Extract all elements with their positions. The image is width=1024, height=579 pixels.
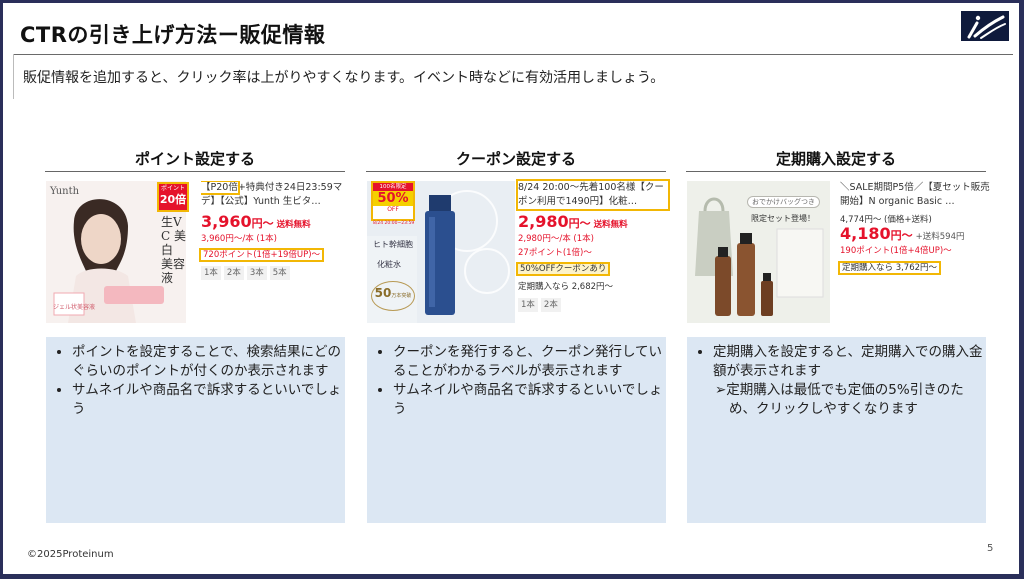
logo-icon xyxy=(967,15,1006,39)
product-title[interactable]: ＼SALE期間P5倍／【夏セット販売開始】N organic Basic … xyxy=(840,181,990,209)
product-price: 4,180円～ +送料594円 xyxy=(840,224,965,243)
points-label: 27ポイント(1倍)～ xyxy=(518,248,592,258)
product-title[interactable]: 【P20倍+特典付き24日23:59マデ】【公式】Yunth 生ビタ… xyxy=(201,181,349,209)
bullet-item: クーポンを発行すると、クーポン発行していることがわかるラベルが表示されます xyxy=(393,343,666,381)
slide: CTRの引き上げ方法ー販促情報 販促情報を追加すると、クリック率は上がりやすくな… xyxy=(3,3,1019,574)
column-heading-coupon: クーポン設定する xyxy=(455,150,576,168)
subscription-price: 定期購入なら 2,682円～ xyxy=(518,282,614,292)
subscription-price: 定期購入なら 3,762円～ xyxy=(837,261,942,275)
variant-tag[interactable]: 2本 xyxy=(540,298,561,312)
product-price: 3,960円～ 送料無料 xyxy=(201,212,311,231)
variant-tags: 1本 2本 3本 5本 xyxy=(201,266,349,280)
unit-price: 2,980円～/本 (1本) xyxy=(518,234,594,244)
page-number: 5 xyxy=(987,543,994,554)
image-brand-label: Yunth xyxy=(50,186,80,197)
image-text-stem: ヒト幹細胞 xyxy=(373,240,413,249)
unit-price: 3,960円～/本 (1本) xyxy=(201,234,277,244)
title-divider xyxy=(13,54,1013,55)
image-small-note: ジェル状美容液 xyxy=(53,304,96,311)
image-text-lotion: 化粧水 xyxy=(377,260,401,269)
explanation-panel-subscription: 定期購入を設定すると、定期購入での購入金額が表示されます ➢定期購入は最低でも定… xyxy=(687,337,986,523)
brand-logo xyxy=(961,11,1009,41)
column-divider xyxy=(366,171,666,172)
bag-label: おでかけバッグつき xyxy=(747,196,820,208)
points-badge: ポイント 20倍 xyxy=(157,182,189,212)
sales-seal: 50万本突破 xyxy=(371,281,415,311)
product-info-yunth: 【P20倍+特典付き24日23:59マデ】【公式】Yunth 生ビタ… 3,96… xyxy=(198,181,349,280)
set-label: 限定セット登場！ xyxy=(751,214,815,223)
bullet-item: ポイントを設定することで、検索結果にどのぐらいのポイントが付くのか表示されます xyxy=(72,343,345,381)
coupon-badge-date: 8/24 20:00~23:59 xyxy=(373,221,415,226)
slide-title: CTRの引き上げ方法ー販促情報 xyxy=(20,23,326,47)
column-heading-points: ポイント設定する xyxy=(134,150,255,168)
column-divider xyxy=(45,171,345,172)
points-label: 720ポイント(1倍+19倍UP)～ xyxy=(198,248,325,262)
product-title[interactable]: 8/24 20:00～先着100名様【クーポン利用で1490円】化粧… xyxy=(516,179,670,211)
sub-bullet-item: ➢定期購入は最低でも定価の5%引きのため、クリックしやすくなります xyxy=(715,382,964,417)
explanation-panel-points: ポイントを設定することで、検索結果にどのぐらいのポイントが付くのか表示されます … xyxy=(46,337,345,523)
column-divider xyxy=(686,171,986,172)
coupon-label: 50%OFFクーポンあり xyxy=(515,262,611,276)
variant-tag[interactable]: 3本 xyxy=(246,266,267,280)
points-label: 190ポイント(1倍+4倍UP)～ xyxy=(840,246,952,256)
bullet-item: サムネイルや商品名で訴求するといいでしょう xyxy=(393,381,666,419)
slide-subtitle: 販促情報を追加すると、クリック率は上がりやすくなります。イベント時などに有効活用… xyxy=(23,70,665,86)
product-info-norganic: ＼SALE期間P5倍／【夏セット販売開始】N organic Basic … 4… xyxy=(837,181,990,275)
variant-tag[interactable]: 2本 xyxy=(223,266,244,280)
variant-tag[interactable]: 5本 xyxy=(269,266,290,280)
product-info-lotion: 8/24 20:00～先着100名様【クーポン利用で1490円】化粧… 2,98… xyxy=(515,179,670,312)
product-price: 2,980円～ 送料無料 xyxy=(518,212,628,231)
subtitle-vertical-rule xyxy=(13,54,14,99)
variant-tags: 1本 2本 xyxy=(518,298,668,312)
explanation-panel-coupon: クーポンを発行すると、クーポン発行していることがわかるラベルが表示されます サム… xyxy=(367,337,666,523)
bullet-item: サムネイルや商品名で訴求するといいでしょう xyxy=(72,381,345,419)
coupon-badge: 100名限定 50% OFF xyxy=(371,181,415,221)
column-heading-subscription: 定期購入設定する xyxy=(775,150,896,168)
variant-tag[interactable]: 1本 xyxy=(518,298,538,312)
bullet-item: 定期購入を設定すると、定期購入での購入金額が表示されます xyxy=(713,343,986,381)
variant-tag[interactable]: 1本 xyxy=(201,266,221,280)
copyright: ©2025Proteinum xyxy=(27,549,114,560)
image-vertical-text: 生VC 美白 美容液 xyxy=(161,215,186,285)
